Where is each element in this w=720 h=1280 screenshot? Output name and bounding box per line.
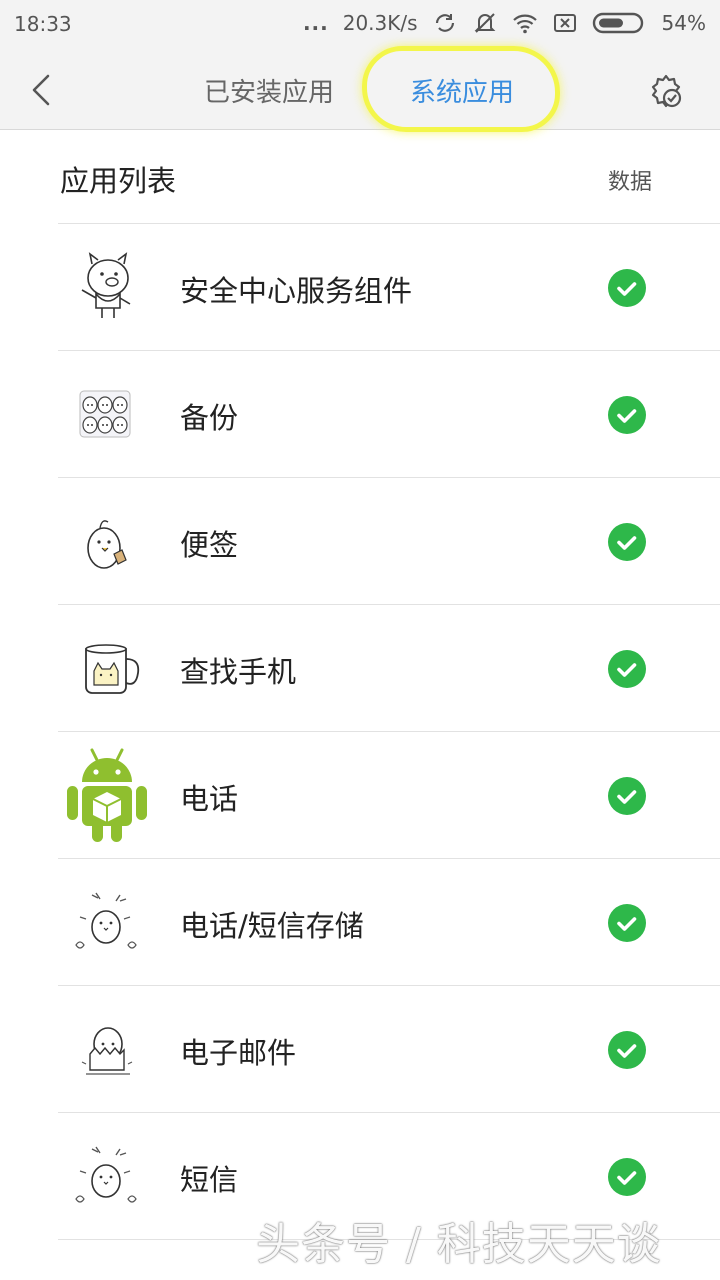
mute-bell-icon [474,13,495,33]
list-item[interactable]: 备份 [0,351,720,478]
app-name: 便签 [180,528,239,562]
wifi-icon [512,14,537,34]
status-bar: 18:33 ... 20.3K/s 54% [0,0,720,50]
checked-icon[interactable] [608,650,646,688]
list-item[interactable]: 电话 [0,732,720,859]
android-robot-icon [67,748,147,842]
list-item[interactable]: 查找手机 [0,605,720,732]
settings-gear-icon[interactable] [646,72,686,112]
watermark: 头条号 / 科技天天谈 [256,1219,662,1270]
checked-icon[interactable] [608,777,646,815]
list-item[interactable]: 电话/短信存储 [0,859,720,986]
chick-cartoon-icon [87,520,127,569]
chick-party-cartoon-icon [75,892,137,949]
checked-icon[interactable] [608,269,646,307]
battery-icon [592,12,643,34]
list-item[interactable]: 电子邮件 [0,986,720,1113]
sync-icon [435,14,454,32]
checked-icon[interactable] [608,904,646,942]
status-time: 18:33 [14,12,72,36]
app-name: 安全中心服务组件 [180,274,413,308]
list-title: 应用列表 [60,164,177,198]
checked-icon[interactable] [608,523,646,561]
app-name: 电子邮件 [180,1036,297,1070]
mug-cat-cartoon-icon [85,644,140,694]
tab-installed-apps[interactable]: 已安装应用 [204,72,334,109]
list-item[interactable]: 便签 [0,478,720,605]
status-indicators: ... 20.3K/s 54% [303,10,706,36]
checked-icon[interactable] [608,1158,646,1196]
app-name: 电话 [180,782,239,816]
app-name: 电话/短信存储 [180,909,364,943]
app-name: 查找手机 [180,655,297,689]
pig-cartoon-icon [81,252,131,318]
checked-icon[interactable] [608,396,646,434]
checked-icon[interactable] [608,1031,646,1069]
more-notifications-icon: ... [302,11,329,35]
app-header: 已安装应用 系统应用 [0,46,720,132]
app-name: 短信 [180,1163,239,1197]
tab-system-apps[interactable]: 系统应用 [410,72,514,109]
app-name: 备份 [180,401,239,435]
network-speed: 20.3K/s [342,11,418,35]
list-header: 应用列表 数据 [0,130,720,223]
list-item[interactable]: 安全中心服务组件 [0,224,720,351]
data-column-label: 数据 [607,170,652,195]
chick-party-cartoon-icon [75,1146,137,1203]
no-sim-icon [553,14,576,32]
hatching-egg-cartoon-icon [81,1027,133,1075]
battery-level: 54% [661,11,706,35]
back-arrow-icon[interactable] [26,72,58,108]
egg-group-cartoon-icon [79,390,131,438]
